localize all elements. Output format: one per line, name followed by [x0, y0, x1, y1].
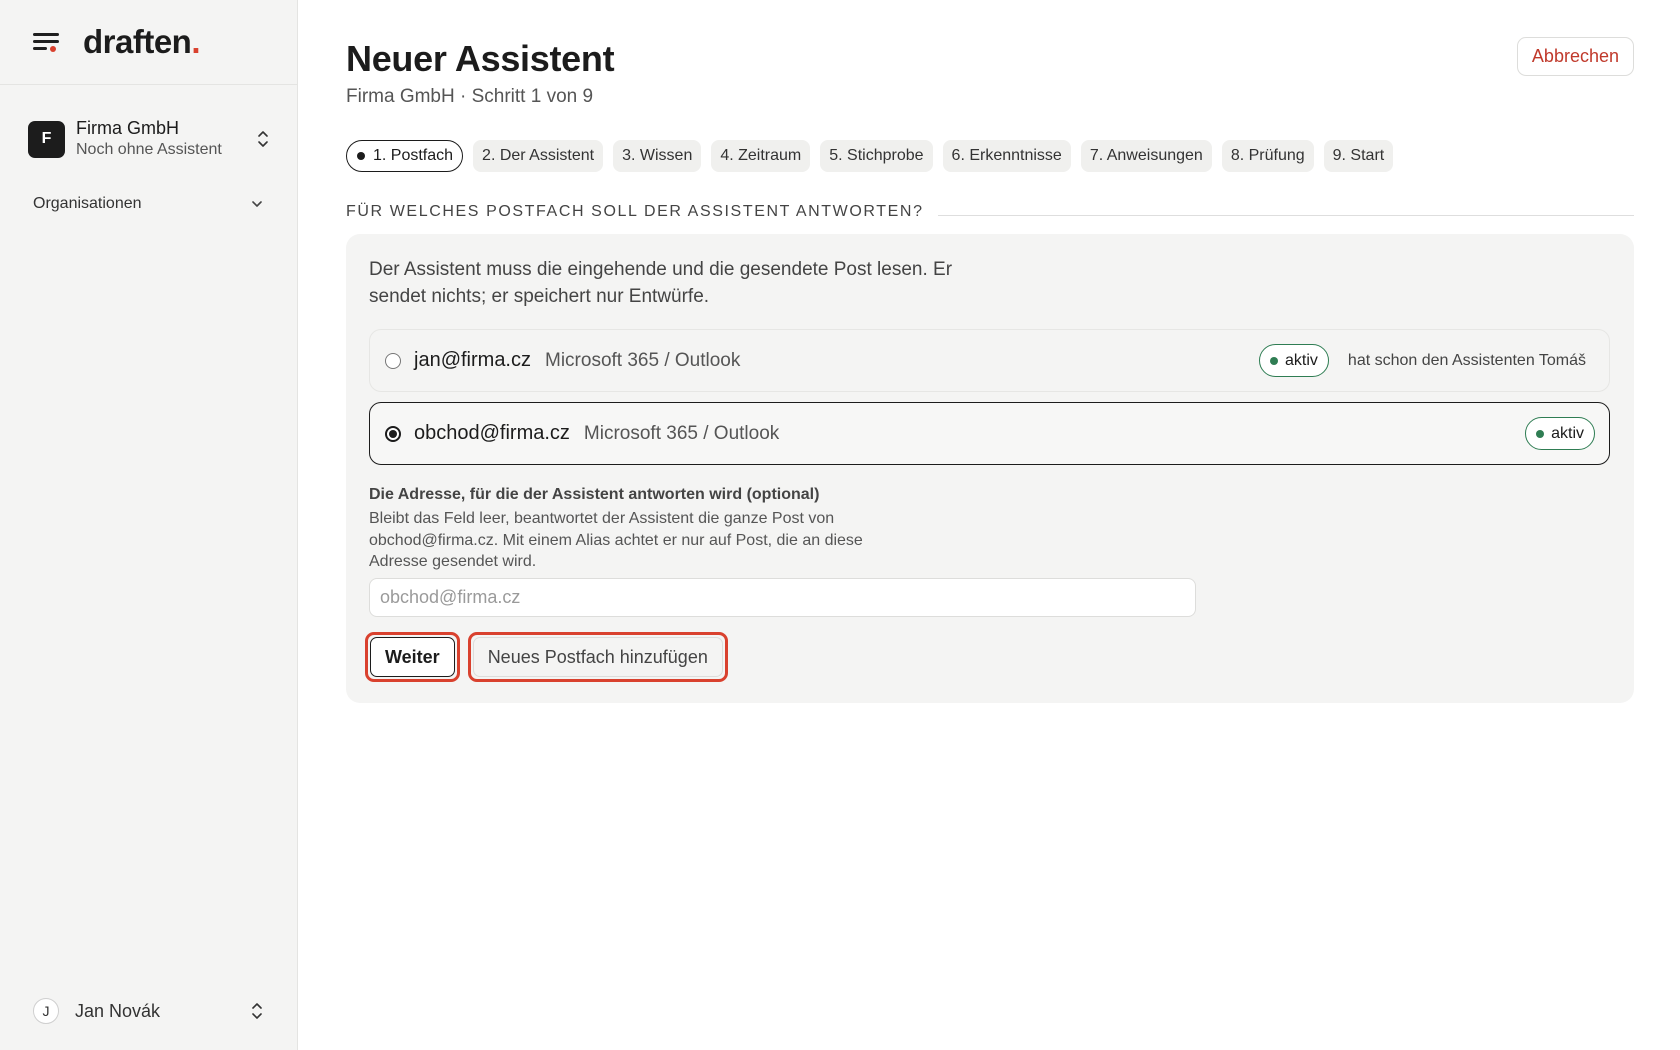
mailbox-provider: Microsoft 365 / Outlook: [545, 349, 741, 371]
chevron-down-icon: [251, 197, 263, 211]
step-postfach[interactable]: 1. Postfach: [346, 140, 464, 172]
cancel-button[interactable]: Abbrechen: [1516, 37, 1634, 76]
status-dot-icon: [1270, 356, 1279, 365]
step-assistent[interactable]: 2. Der Assistent: [473, 140, 604, 172]
logo: draften.: [83, 23, 201, 60]
highlight-frame: Weiter: [365, 632, 460, 682]
organisations-section[interactable]: Organisationen: [0, 195, 297, 213]
divider: [937, 214, 1634, 216]
mailbox-card: Der Assistent muss die eingehende und di…: [346, 234, 1634, 703]
step-erkenntnisse[interactable]: 6. Erkenntnisse: [942, 140, 1071, 172]
alias-label: Die Adresse, für die der Assistent antwo…: [369, 486, 820, 503]
status-dot-icon: [1536, 429, 1545, 438]
step-pruefung[interactable]: 8. Prüfung: [1221, 140, 1314, 172]
status-badge: aktiv: [1525, 417, 1595, 450]
mailbox-option[interactable]: jan@firma.cz Microsoft 365 / Outlook akt…: [369, 329, 1610, 392]
organisations-label: Organisationen: [33, 195, 142, 212]
active-step-dot: [357, 152, 365, 160]
alias-input[interactable]: [369, 578, 1196, 617]
card-intro: Der Assistent muss die eingehende und di…: [369, 259, 953, 307]
step-anweisungen[interactable]: 7. Anweisungen: [1080, 140, 1212, 172]
status-badge: aktiv: [1259, 344, 1329, 377]
mailbox-address: obchod@firma.cz: [414, 422, 570, 444]
org-avatar: F: [28, 120, 65, 158]
mailbox-note: hat schon den Assistenten Tomáš: [1347, 351, 1586, 369]
step-nav: 1. Postfach 2. Der Assistent 3. Wissen 4…: [346, 140, 1394, 172]
step-zeitraum[interactable]: 4. Zeitraum: [711, 140, 811, 172]
mailbox-address: jan@firma.cz: [414, 349, 531, 371]
page-title: Neuer Assistent: [346, 38, 615, 79]
step-wissen[interactable]: 3. Wissen: [613, 140, 702, 172]
radio-button-checked[interactable]: [385, 425, 401, 442]
org-name: Firma GmbH: [76, 118, 179, 138]
radio-button[interactable]: [385, 352, 401, 369]
chevron-up-down-icon: [251, 1002, 263, 1020]
org-subtitle: Noch ohne Assistent: [76, 141, 222, 158]
mailbox-provider: Microsoft 365 / Outlook: [583, 422, 780, 444]
mailbox-option-selected[interactable]: obchod@firma.cz Microsoft 365 / Outlook …: [369, 402, 1610, 465]
user-avatar: J: [33, 998, 59, 1024]
step-start[interactable]: 9. Start: [1323, 140, 1394, 172]
user-name: Jan Novák: [75, 1000, 161, 1021]
highlight-frame: Neues Postfach hinzufügen: [467, 632, 728, 682]
next-button[interactable]: Weiter: [370, 637, 455, 677]
alias-help-text: Bleibt das Feld leer, beantwortet der As…: [369, 510, 863, 570]
section-header: FÜR WELCHES POSTFACH SOLL DER ASSISTENT …: [346, 203, 1634, 221]
chevron-up-down-icon: [257, 130, 269, 148]
user-menu[interactable]: J Jan Novák: [33, 998, 263, 1024]
step-stichprobe[interactable]: 5. Stichprobe: [820, 140, 933, 172]
action-buttons: Weiter Neues Postfach hinzufügen: [365, 632, 728, 682]
add-mailbox-button[interactable]: Neues Postfach hinzufügen: [472, 637, 723, 677]
section-title: FÜR WELCHES POSTFACH SOLL DER ASSISTENT …: [346, 203, 924, 220]
org-switcher[interactable]: F Firma GmbH Noch ohne Assistent: [0, 117, 297, 161]
page-subtitle: Firma GmbH · Schritt 1 von 9: [346, 86, 594, 107]
sidebar: draften. F Firma GmbH Noch ohne Assisten…: [0, 0, 298, 1050]
brand-bar: draften.: [0, 0, 297, 85]
menu-icon[interactable]: [33, 32, 59, 52]
